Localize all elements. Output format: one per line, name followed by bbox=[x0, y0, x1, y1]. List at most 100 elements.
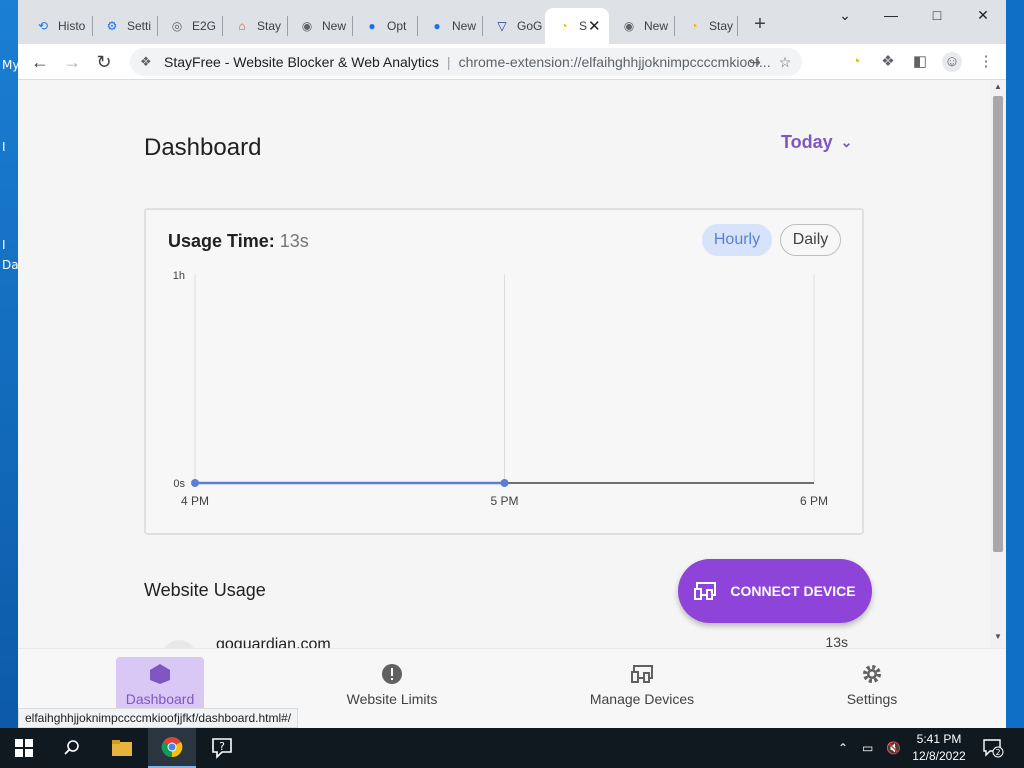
website-usage-heading: Website Usage bbox=[144, 580, 266, 600]
date-range-value: Today bbox=[781, 132, 833, 152]
page-scrollbar[interactable]: ▲ ▼ bbox=[990, 80, 1006, 648]
stayfree-extension-icon[interactable]: ◔ bbox=[846, 52, 866, 72]
address-bar[interactable]: ❖ StayFree - Website Blocker & Web Analy… bbox=[130, 48, 802, 76]
chart-data-point bbox=[191, 479, 199, 487]
dashboard-icon bbox=[150, 664, 170, 684]
tab-label: E2G bbox=[192, 19, 217, 33]
omnibox-site-title: StayFree - Website Blocker & Web Analyti… bbox=[164, 54, 439, 70]
chart-data-point bbox=[500, 479, 509, 487]
gear-icon bbox=[863, 665, 881, 683]
profile-avatar-icon[interactable]: ☺ bbox=[942, 52, 962, 72]
usage-time-label: Usage Time: bbox=[168, 231, 275, 251]
link-status-bar: elfaihghhjjoknimpccccmkioofjjfkf/dashboa… bbox=[18, 708, 299, 728]
chart-y-tick-label: 1h bbox=[173, 270, 185, 282]
devices-icon bbox=[694, 582, 717, 600]
date-range-select[interactable]: Today ⌄ bbox=[781, 132, 852, 153]
chrome-taskbar-button[interactable] bbox=[148, 728, 196, 768]
maximize-button[interactable]: □ bbox=[914, 4, 960, 26]
tab-label: GoG bbox=[517, 19, 543, 33]
globe-blue-icon: ● bbox=[433, 19, 441, 33]
nav-manage-devices[interactable]: Manage Devices bbox=[584, 649, 700, 728]
extension-puzzle-icon: ❖ bbox=[140, 54, 152, 69]
tab-label: New bbox=[322, 19, 347, 33]
usage-chart-card: Usage Time: 13s Hourly Daily 0s 1h 4 PM 5 P… bbox=[144, 208, 864, 535]
scroll-down-arrow-icon[interactable]: ▼ bbox=[993, 632, 1003, 642]
back-button[interactable]: ← bbox=[28, 50, 52, 74]
browser-tab[interactable]: ● New bbox=[418, 8, 482, 44]
chrome-icon bbox=[161, 737, 183, 758]
browser-tab[interactable]: ⟲ Histo bbox=[24, 8, 92, 44]
volume-muted-icon[interactable]: 🔇 bbox=[886, 728, 901, 768]
browser-tab[interactable]: ▽ GoG bbox=[483, 8, 545, 44]
tab-label: Setti bbox=[127, 19, 152, 33]
menu-kebab-icon[interactable]: ⋮ bbox=[976, 52, 996, 72]
shield-icon: ▽ bbox=[497, 19, 507, 33]
windows-taskbar: ? ⌃ ▭ 🔇 5:41 PM 12/8/2022 2 bbox=[0, 728, 1024, 768]
page-title: Dashboard bbox=[144, 134, 262, 161]
browser-tab[interactable]: ◔ Stay bbox=[675, 8, 737, 44]
share-icon[interactable]: ↪ bbox=[746, 53, 764, 71]
minimize-button[interactable]: — bbox=[868, 4, 914, 26]
omnibox-divider: | bbox=[446, 54, 451, 70]
file-explorer-button[interactable] bbox=[98, 728, 146, 768]
browser-tab[interactable]: ⚙ Setti bbox=[93, 8, 157, 44]
tab-label: Opt bbox=[387, 19, 407, 33]
tab-label: Histo bbox=[58, 19, 86, 33]
browser-tab[interactable]: ◎ E2G bbox=[158, 8, 222, 44]
search-button[interactable] bbox=[48, 728, 96, 768]
nav-dashboard-label: Dashboard bbox=[125, 691, 195, 707]
scrollbar-thumb[interactable] bbox=[993, 96, 1003, 552]
chevron-down-icon: ⌄ bbox=[840, 134, 853, 150]
devices-icon bbox=[631, 665, 653, 683]
desktop-icon-label: I bbox=[2, 238, 6, 252]
bookmark-star-icon[interactable]: ☆ bbox=[776, 53, 794, 71]
nav-settings[interactable]: Settings bbox=[836, 649, 908, 728]
browser-tab-active[interactable]: ◔ S ✕ bbox=[545, 8, 609, 44]
tab-label: New bbox=[452, 19, 477, 33]
connect-device-button[interactable]: CONNECT DEVICE bbox=[678, 559, 872, 623]
usage-time-heading: Usage Time: 13s bbox=[168, 231, 309, 252]
usage-time-value: 13s bbox=[279, 231, 309, 251]
show-hidden-icons[interactable]: ⌃ bbox=[838, 728, 848, 768]
browser-toolbar: ← → ↻ ❖ StayFree - Website Blocker & Web… bbox=[18, 44, 1006, 80]
notification-icon: 2 bbox=[983, 739, 1004, 758]
tab-search-icon[interactable]: ⌄ bbox=[822, 4, 868, 26]
desktop-background: My I I Da bbox=[0, 0, 19, 728]
browser-window: ⟲ Histo ⚙ Setti ◎ E2G ⌂ Stay ◉ New ● Opt bbox=[18, 0, 1006, 728]
network-icon[interactable]: ▭ bbox=[862, 728, 873, 768]
start-button[interactable] bbox=[0, 728, 48, 768]
side-panel-icon[interactable]: ◧ bbox=[910, 52, 930, 72]
tab-label: S bbox=[579, 19, 588, 33]
stayfree-icon: ◔ bbox=[560, 19, 568, 33]
tab-label: Stay bbox=[709, 19, 734, 33]
page-viewport: Dashboard Today ⌄ Usage Time: 13s Hourly… bbox=[18, 80, 1006, 728]
system-clock[interactable]: 5:41 PM 12/8/2022 bbox=[906, 731, 972, 765]
chart-y-tick-label: 0s bbox=[173, 478, 185, 490]
chrome-icon: ◉ bbox=[301, 19, 313, 33]
settings-icon: ⚙ bbox=[106, 19, 118, 33]
close-window-button[interactable]: ✕ bbox=[960, 4, 1006, 26]
forward-button[interactable]: → bbox=[60, 50, 84, 74]
nav-settings-label: Settings bbox=[846, 691, 898, 707]
chart-x-tick-label: 6 PM bbox=[800, 494, 828, 508]
daily-toggle-button[interactable]: Daily bbox=[780, 224, 841, 256]
windows-logo-icon bbox=[15, 739, 33, 757]
new-tab-button[interactable]: + bbox=[748, 12, 772, 36]
extensions-icon[interactable]: ❖ bbox=[878, 52, 898, 72]
feedback-hub-button[interactable]: ? bbox=[198, 728, 246, 768]
browser-tab[interactable]: ● Opt bbox=[353, 8, 417, 44]
stayfree-icon: ⌂ bbox=[238, 19, 246, 33]
globe-blue-icon: ● bbox=[368, 19, 376, 33]
globe-icon: ◎ bbox=[171, 19, 183, 33]
hourly-toggle-button[interactable]: Hourly bbox=[702, 224, 772, 256]
notifications-button[interactable]: 2 bbox=[982, 728, 1004, 768]
browser-tab[interactable]: ⌂ Stay bbox=[223, 8, 287, 44]
close-tab-icon[interactable]: ✕ bbox=[588, 17, 601, 35]
reload-button[interactable]: ↻ bbox=[92, 50, 116, 74]
browser-tab[interactable]: ◉ New bbox=[288, 8, 352, 44]
tab-label: Stay bbox=[257, 19, 282, 33]
browser-tab[interactable]: ◉ New bbox=[610, 8, 674, 44]
scroll-up-arrow-icon[interactable]: ▲ bbox=[993, 82, 1003, 92]
tab-divider bbox=[737, 16, 738, 36]
nav-website-limits[interactable]: Website Limits bbox=[336, 649, 448, 728]
